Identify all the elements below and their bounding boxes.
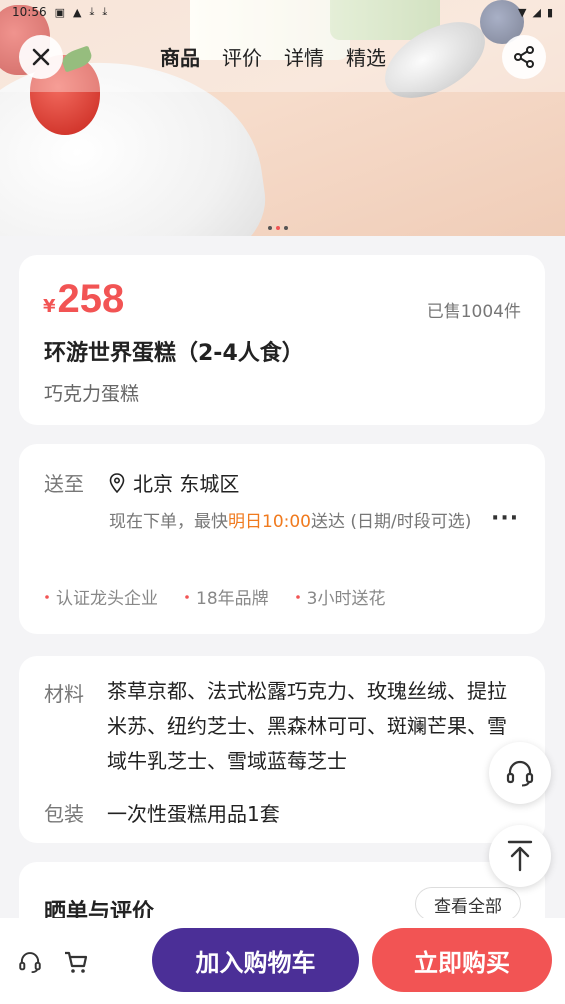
app-notification-icon: ▲	[73, 5, 82, 19]
section-tabs: 商品 评价 详情 精选	[160, 42, 386, 71]
arrow-up-icon	[507, 840, 533, 872]
product-title: 环游世界蛋糕（2-4人食）	[44, 341, 304, 366]
delivery-text-suffix: 送达 (日期/时段可选)	[311, 512, 472, 532]
price-value: 258	[57, 277, 125, 321]
badge-label: 认证龙头企业	[56, 589, 158, 609]
currency-symbol: ¥	[43, 296, 56, 317]
delivery-time-highlight: 明日10:00	[228, 512, 311, 532]
close-button[interactable]	[19, 35, 63, 79]
back-to-top-button[interactable]	[489, 825, 551, 887]
tab-details[interactable]: 详情	[284, 42, 324, 71]
badge-dot-icon	[45, 594, 49, 599]
badge-dot-icon	[185, 594, 189, 599]
view-all-reviews-button[interactable]: 查看全部	[415, 887, 521, 921]
download-icon: ⤓	[102, 5, 108, 18]
delivery-card[interactable]: 送至 北京 东城区 现在下单，最快明日10:00送达 (日期/时段可选) ···…	[19, 444, 545, 634]
download-icon: ⤓	[89, 5, 95, 18]
cart-icon	[65, 951, 88, 973]
badge-label: 18年品牌	[196, 589, 269, 609]
location-text: 北京 东城区	[133, 472, 240, 496]
materials-label: 材料	[44, 682, 84, 706]
buy-now-button[interactable]: 立即购买	[372, 928, 552, 992]
battery-icon: ▮	[546, 5, 553, 19]
wifi-icon: ▼	[518, 5, 527, 19]
tab-reviews[interactable]: 评价	[222, 42, 262, 71]
customer-service-button[interactable]	[489, 742, 551, 804]
service-badge: 3小时送花	[295, 584, 386, 609]
status-time: 10:56	[12, 5, 47, 19]
headset-icon	[506, 760, 534, 787]
badge-dot-icon	[295, 594, 300, 599]
status-bar: 10:56 ▣ ▲ ⤓ ⤓ ▼ ◢ ▮	[0, 0, 565, 24]
materials-text: 茶草京都、法式松露巧克力、玫瑰丝绒、提拉米苏、纽约芝士、黑森林可可、斑斓芒果、雪…	[107, 679, 507, 773]
carousel-dot	[268, 226, 272, 230]
delivery-location[interactable]: 北京 东城区	[109, 468, 239, 497]
bottom-service-button[interactable]	[16, 948, 44, 976]
product-details-card: 材料 茶草京都、法式松露巧克力、玫瑰丝绒、提拉米苏、纽约芝士、黑森林可可、斑斓芒…	[19, 656, 545, 843]
delivery-text-prefix: 现在下单，最快	[109, 512, 228, 532]
location-pin-icon	[109, 472, 125, 493]
service-badge: 18年品牌	[184, 584, 269, 609]
sold-count: 已售1004件	[426, 302, 521, 322]
image-notification-icon: ▣	[54, 5, 65, 19]
delivery-label: 送至	[44, 472, 84, 496]
delivery-time-text: 现在下单，最快明日10:00送达 (日期/时段可选)	[109, 508, 489, 536]
product-info-card: ¥ 258 已售1004件 环游世界蛋糕（2-4人食） 巧克力蛋糕	[19, 255, 545, 425]
packaging-label: 包装	[44, 802, 84, 826]
service-badge: 认证龙头企业	[44, 584, 158, 609]
share-icon	[514, 46, 534, 68]
carousel-dot	[284, 226, 288, 230]
add-to-cart-button[interactable]: 加入购物车	[152, 928, 359, 992]
close-icon	[32, 48, 50, 66]
badge-label: 3小时送花	[306, 589, 386, 609]
bottom-cart-button[interactable]	[62, 948, 90, 976]
packaging-text: 一次性蛋糕用品1套	[107, 802, 280, 826]
service-badges: 认证龙头企业 18年品牌 3小时送花	[44, 584, 385, 609]
more-icon[interactable]: ···	[491, 506, 519, 531]
product-subtitle: 巧克力蛋糕	[44, 383, 140, 405]
bottom-action-bar: 加入购物车 立即购买	[0, 918, 565, 1004]
tab-featured[interactable]: 精选	[346, 42, 386, 71]
signal-icon: ◢	[532, 5, 541, 19]
share-button[interactable]	[502, 35, 546, 79]
headset-icon	[19, 952, 41, 974]
carousel-indicator	[268, 226, 288, 230]
price: ¥ 258	[43, 277, 124, 322]
tab-product[interactable]: 商品	[160, 42, 200, 71]
carousel-dot-active	[276, 226, 280, 230]
product-image-carousel[interactable]	[0, 0, 565, 236]
